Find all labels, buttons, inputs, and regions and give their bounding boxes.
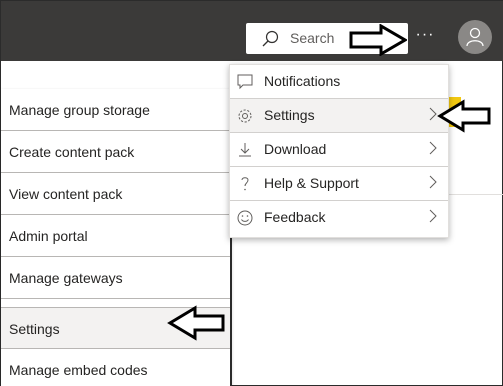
dropdown-item-help-support[interactable]: Help & Support bbox=[230, 167, 448, 201]
content-divider bbox=[449, 194, 503, 195]
dropdown-item-notifications[interactable]: Notifications bbox=[230, 65, 448, 99]
user-icon bbox=[466, 27, 484, 47]
chevron-right-icon bbox=[429, 175, 437, 189]
left-menu-item-manage-group-storage[interactable]: Manage group storage bbox=[1, 89, 230, 131]
annotation-arrow-settings bbox=[437, 99, 491, 133]
smiley-icon bbox=[237, 210, 253, 226]
download-icon bbox=[239, 143, 251, 157]
settings-dropdown: Notifications Settings Download Help & S… bbox=[229, 64, 449, 238]
chevron-right-icon bbox=[429, 141, 437, 155]
chevron-right-icon bbox=[429, 209, 437, 223]
left-menu-item-manage-embed-codes[interactable]: Manage embed codes bbox=[1, 349, 230, 386]
gear-icon bbox=[238, 109, 252, 123]
left-menu-item-admin-portal[interactable]: Admin portal bbox=[1, 215, 230, 257]
more-options-button[interactable]: ··· bbox=[407, 23, 443, 51]
search-icon bbox=[262, 30, 279, 47]
annotation-arrow-right bbox=[349, 24, 407, 56]
avatar[interactable] bbox=[458, 20, 492, 54]
help-icon bbox=[241, 177, 249, 191]
top-bar: Search ··· bbox=[1, 1, 503, 61]
annotation-arrow-left bbox=[167, 305, 225, 341]
dropdown-item-download[interactable]: Download bbox=[230, 133, 448, 167]
notification-icon bbox=[237, 74, 253, 90]
group-options-panel: Manage group storage Create content pack… bbox=[1, 89, 232, 386]
dropdown-item-settings[interactable]: Settings bbox=[230, 99, 448, 133]
dropdown-item-feedback[interactable]: Feedback bbox=[230, 201, 448, 235]
left-menu-item-manage-gateways[interactable]: Manage gateways bbox=[1, 257, 230, 299]
left-menu-item-create-content-pack[interactable]: Create content pack bbox=[1, 131, 230, 173]
search-label: Search bbox=[290, 30, 335, 46]
left-menu-item-view-content-pack[interactable]: View content pack bbox=[1, 173, 230, 215]
